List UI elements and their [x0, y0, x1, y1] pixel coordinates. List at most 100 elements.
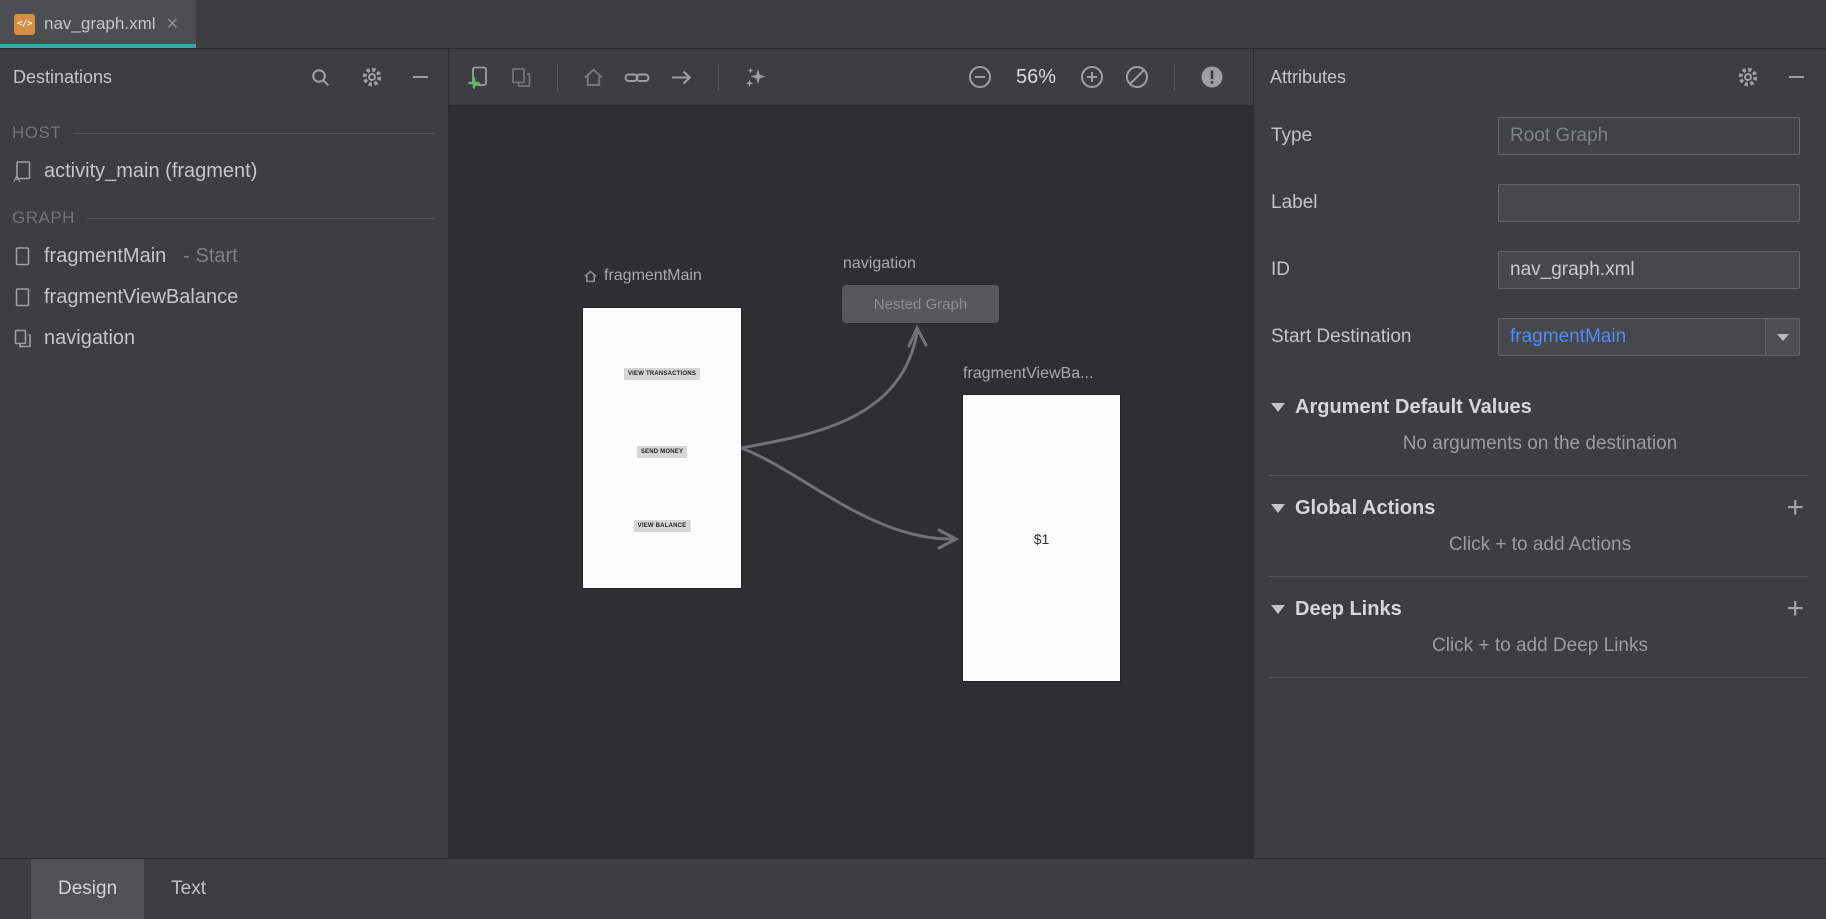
field-row-label: Label — [1254, 184, 1800, 222]
nested-graph-icon[interactable] — [510, 66, 533, 89]
error-icon[interactable] — [1199, 64, 1225, 90]
minimize-icon[interactable] — [1789, 76, 1804, 78]
minimize-icon[interactable] — [413, 76, 428, 78]
destination-item-navigation[interactable]: navigation — [12, 318, 434, 359]
sparkles-icon[interactable] — [743, 65, 768, 90]
host-section-label: HOST — [12, 123, 61, 143]
fragment-view-balance-label[interactable]: fragmentViewBa... — [963, 365, 1093, 383]
dropdown-button[interactable] — [1765, 319, 1799, 355]
section-triangle-icon — [1271, 504, 1285, 513]
link-icon[interactable] — [624, 66, 650, 89]
section-title: Deep Links — [1295, 598, 1786, 621]
graph-section-header: GRAPH — [12, 208, 434, 228]
android-studio-nav-editor: </> nav_graph.xml × Destinations — [0, 0, 1826, 919]
zoom-out-icon[interactable] — [967, 64, 993, 90]
home-icon — [583, 269, 598, 284]
fragment-main-label[interactable]: fragmentMain — [583, 267, 702, 285]
node-title: fragmentMain — [604, 267, 702, 285]
attributes-panel: Attributes Type Root Graph Label — [1253, 49, 1826, 858]
tab-text[interactable]: Text — [144, 859, 233, 919]
preview-button: VIEW BALANCE — [634, 520, 691, 532]
attributes-title: Attributes — [1270, 67, 1737, 88]
divider — [73, 133, 434, 134]
section-deep-links[interactable]: Deep Links + — [1254, 587, 1826, 631]
add-action-button[interactable]: + — [1786, 493, 1804, 523]
arguments-hint: No arguments on the destination — [1254, 433, 1826, 455]
section-argument-default-values[interactable]: Argument Default Values — [1254, 385, 1826, 429]
attributes-header: Attributes — [1254, 49, 1826, 105]
section-title: Global Actions — [1295, 497, 1786, 520]
host-section-header: HOST — [12, 123, 434, 143]
attributes-body: Type Root Graph Label ID nav_graph.xml — [1254, 105, 1826, 858]
tab-design[interactable]: Design — [31, 859, 144, 919]
destination-label: fragmentViewBalance — [44, 286, 238, 309]
divider — [1269, 475, 1808, 476]
add-deep-link-button[interactable]: + — [1786, 594, 1804, 624]
preview-button: SEND MONEY — [637, 446, 687, 458]
xml-file-icon: </> — [14, 14, 35, 35]
field-label: Start Destination — [1271, 326, 1498, 348]
new-destination-icon[interactable] — [467, 65, 491, 89]
node-title: fragmentViewBa... — [963, 365, 1093, 383]
section-title: Argument Default Values — [1295, 396, 1804, 419]
divider — [1269, 677, 1808, 678]
nested-graph-node[interactable]: Nested Graph — [842, 285, 999, 323]
divider — [1269, 576, 1808, 577]
deep-links-hint: Click + to add Deep Links — [1254, 635, 1826, 657]
destination-label: fragmentMain — [44, 245, 166, 268]
preview-text: $1 — [963, 531, 1120, 547]
destination-item-fragment-view-balance[interactable]: fragmentViewBalance — [12, 277, 434, 318]
node-title: navigation — [843, 255, 916, 273]
nested-graph-icon — [12, 327, 33, 350]
zoom-in-icon[interactable] — [1079, 64, 1105, 90]
destinations-panel: Destinations HOST — [0, 49, 449, 858]
field-label: ID — [1271, 259, 1498, 281]
destinations-header: Destinations — [0, 49, 448, 105]
nav-graph-canvas[interactable]: fragmentMain VIEW TRANSACTIONS SEND MONE… — [449, 105, 1253, 858]
nav-graph-canvas-column: 56% — [449, 49, 1253, 858]
navigation-node-label[interactable]: navigation — [843, 255, 916, 273]
destination-suffix: - Start — [183, 245, 237, 268]
toolbar-divider — [718, 64, 719, 91]
fragment-icon — [12, 286, 33, 309]
destinations-title: Destinations — [13, 67, 310, 88]
destination-item-activity-main[interactable]: A activity_main (fragment) — [12, 151, 434, 192]
field-label: Label — [1271, 192, 1498, 214]
editor-tab-nav-graph[interactable]: </> nav_graph.xml × — [0, 0, 196, 48]
activity-icon: A — [12, 160, 33, 183]
svg-text:A: A — [14, 174, 21, 183]
type-field[interactable]: Root Graph — [1498, 117, 1800, 155]
arrow-icon[interactable] — [669, 66, 694, 89]
chevron-down-icon — [1777, 334, 1789, 341]
destination-item-fragment-main[interactable]: fragmentMain - Start — [12, 236, 434, 277]
divider — [87, 218, 434, 219]
zoom-level: 56% — [1016, 66, 1056, 89]
field-value: Root Graph — [1510, 125, 1608, 147]
nested-graph-box-label: Nested Graph — [874, 296, 967, 313]
global-actions-hint: Click + to add Actions — [1254, 534, 1826, 556]
zoom-fit-icon[interactable] — [1124, 64, 1150, 90]
fragment-view-balance-preview[interactable]: $1 — [963, 395, 1120, 681]
field-value: nav_graph.xml — [1510, 259, 1635, 281]
id-field[interactable]: nav_graph.xml — [1498, 251, 1800, 289]
destinations-list: HOST A activity_main (fragment) GRAPH — [0, 105, 448, 359]
toolbar-divider — [557, 64, 558, 91]
fragment-icon — [12, 245, 33, 268]
preview-button: VIEW TRANSACTIONS — [624, 368, 700, 380]
close-icon[interactable]: × — [165, 14, 181, 34]
tab-label: nav_graph.xml — [44, 14, 156, 34]
main-area: Destinations HOST — [0, 49, 1826, 858]
section-triangle-icon — [1271, 605, 1285, 614]
graph-section-label: GRAPH — [12, 208, 75, 228]
action-arrows — [449, 105, 1252, 858]
fragment-main-preview[interactable]: VIEW TRANSACTIONS SEND MONEY VIEW BALANC… — [583, 308, 741, 588]
home-icon[interactable] — [582, 66, 605, 89]
label-field[interactable] — [1498, 184, 1800, 222]
gear-icon[interactable] — [1737, 66, 1759, 88]
field-row-type: Type Root Graph — [1254, 117, 1800, 155]
gear-icon[interactable] — [361, 66, 383, 88]
section-global-actions[interactable]: Global Actions + — [1254, 486, 1826, 530]
section-triangle-icon — [1271, 403, 1285, 412]
search-icon[interactable] — [310, 67, 331, 88]
start-destination-dropdown[interactable]: fragmentMain — [1498, 318, 1800, 356]
